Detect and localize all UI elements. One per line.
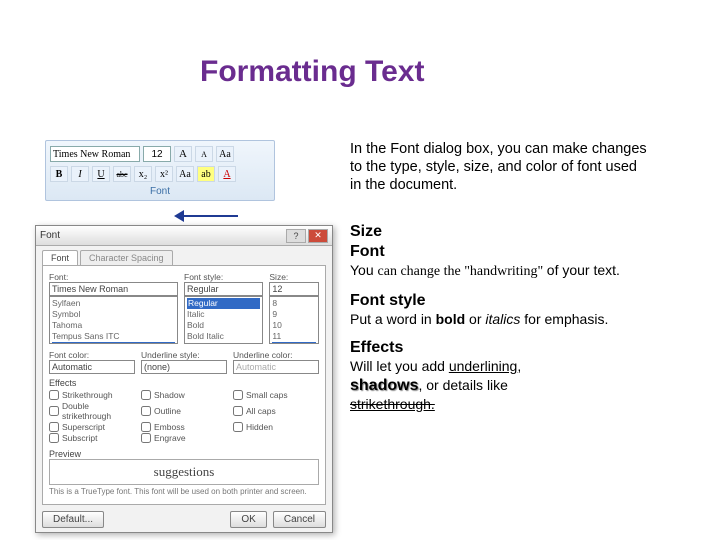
font-dialog: Font ? ✕ Font Character Spacing Font: Ti… xyxy=(35,225,333,533)
cb-emboss[interactable]: Emboss xyxy=(141,422,227,432)
label-size: Size: xyxy=(269,272,319,282)
cb-small-caps[interactable]: Small caps xyxy=(233,390,319,400)
label-font-color: Font color: xyxy=(49,350,135,360)
preview-box: suggestions xyxy=(49,459,319,485)
cb-hidden[interactable]: Hidden xyxy=(233,422,319,432)
cb-strikethrough[interactable]: Strikethrough xyxy=(49,390,135,400)
cancel-button[interactable]: Cancel xyxy=(273,511,326,528)
label-underline-color: Underline color: xyxy=(233,350,319,360)
font-name-field[interactable]: Times New Roman xyxy=(49,282,178,296)
callout-arrow xyxy=(178,210,238,222)
effects-group: Strikethrough Shadow Small caps Double s… xyxy=(49,390,319,443)
strikethrough-button[interactable]: abc xyxy=(113,166,131,182)
preview-section-title: Preview xyxy=(49,449,319,459)
underline-button[interactable]: U xyxy=(92,166,110,182)
dialog-titlebar: Font ? ✕ xyxy=(36,226,332,246)
cb-outline[interactable]: Outline xyxy=(141,401,227,421)
help-icon[interactable]: ? xyxy=(286,229,306,243)
bold-button[interactable]: B xyxy=(50,166,68,182)
truetype-note: This is a TrueType font. This font will … xyxy=(49,487,319,496)
subscript-button[interactable]: x₂ xyxy=(134,166,152,182)
font-color-button[interactable]: A xyxy=(218,166,236,182)
label-underline-style: Underline style: xyxy=(141,350,227,360)
label-font: Font: xyxy=(49,272,178,282)
change-case-button[interactable]: Aa xyxy=(176,166,194,182)
shrink-font-button[interactable]: A xyxy=(195,146,213,162)
font-style-description: Put a word in bold or italics for emphas… xyxy=(350,311,700,329)
dialog-title: Font xyxy=(40,230,60,241)
effects-heading: Effects xyxy=(350,338,700,358)
highlight-button[interactable]: ab xyxy=(197,166,215,182)
underline-color-combo[interactable]: Automatic xyxy=(233,360,319,374)
cb-shadow[interactable]: Shadow xyxy=(141,390,227,400)
cb-superscript[interactable]: Superscript xyxy=(49,422,135,432)
superscript-button[interactable]: x² xyxy=(155,166,173,182)
italic-button[interactable]: I xyxy=(71,166,89,182)
page-title: Formatting Text xyxy=(200,55,424,89)
underline-style-combo[interactable]: (none) xyxy=(141,360,227,374)
close-icon[interactable]: ✕ xyxy=(308,229,328,243)
effects-section-title: Effects xyxy=(49,378,319,388)
explanation-column: In the Font dialog box, you can make cha… xyxy=(350,140,700,417)
font-style-field[interactable]: Regular xyxy=(184,282,263,296)
font-ribbon-group: Times New Roman 12 A A Aa B I U abc x₂ x… xyxy=(45,140,275,201)
cb-engrave[interactable]: Engrave xyxy=(141,433,227,443)
default-button[interactable]: Default... xyxy=(42,511,104,528)
ok-button[interactable]: OK xyxy=(230,511,266,528)
font-size-combo[interactable]: 12 xyxy=(143,146,171,162)
intro-text: In the Font dialog box, you can make cha… xyxy=(350,140,650,194)
cb-all-caps[interactable]: All caps xyxy=(233,401,319,421)
tab-character-spacing[interactable]: Character Spacing xyxy=(80,250,173,265)
font-name-combo[interactable]: Times New Roman xyxy=(50,146,140,162)
font-style-heading: Font style xyxy=(350,291,700,311)
font-size-list[interactable]: 8 9 10 11 12 xyxy=(269,296,319,344)
font-name-list[interactable]: Sylfaen Symbol Tahoma Tempus Sans ITC Ti… xyxy=(49,296,178,344)
tab-font[interactable]: Font xyxy=(42,250,78,265)
cb-double-strikethrough[interactable]: Double strikethrough xyxy=(49,401,135,421)
font-heading: Font xyxy=(350,242,700,262)
font-description: You can change the "handwriting" of your… xyxy=(350,262,700,281)
label-font-style: Font style: xyxy=(184,272,263,282)
clear-formatting-button[interactable]: Aa xyxy=(216,146,234,162)
font-size-field[interactable]: 12 xyxy=(269,282,319,296)
size-heading: Size xyxy=(350,222,700,242)
grow-font-button[interactable]: A xyxy=(174,146,192,162)
font-color-combo[interactable]: Automatic xyxy=(49,360,135,374)
cb-subscript[interactable]: Subscript xyxy=(49,433,135,443)
effects-description: Will let you add underlining, shadows, o… xyxy=(350,358,700,413)
ribbon-group-caption: Font xyxy=(50,184,270,199)
font-style-list[interactable]: Regular Italic Bold Bold Italic xyxy=(184,296,263,344)
